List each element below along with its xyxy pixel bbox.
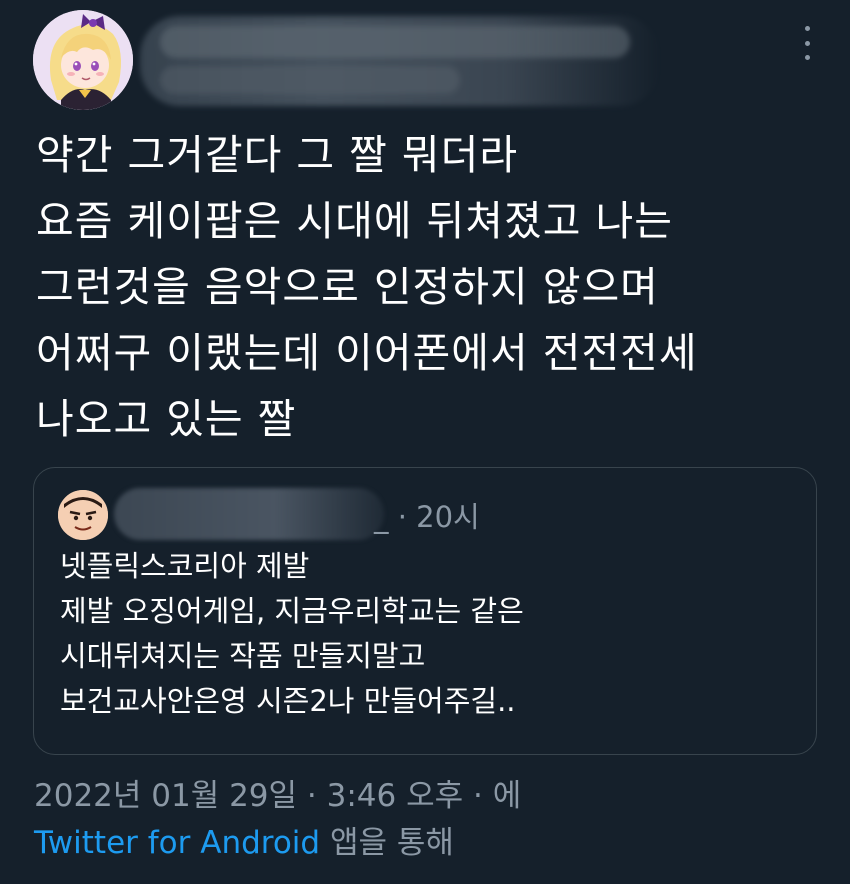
- tweet-text-line: 그런것을 음악으로 인정하지 않으며: [36, 263, 659, 311]
- quoted-name-suffix: _: [374, 500, 389, 534]
- source-app-link[interactable]: Twitter for Android: [34, 825, 320, 861]
- quoted-tweet-card[interactable]: _ · 20시 넷플릭스코리아 제발 제발 오징어게임, 지금우리학교는 같은 …: [33, 467, 817, 755]
- quoted-author-avatar: [58, 490, 108, 540]
- quoted-tweet-text: 넷플릭스코리아 제발 제발 오징어게임, 지금우리학교는 같은 시대뒤쳐지는 작…: [60, 544, 800, 724]
- source-suffix: 앱을 통해: [329, 825, 454, 861]
- more-options-button[interactable]: [795, 26, 819, 60]
- tweet-timestamp: 2022년 01월 29일 · 3:46 오후 · 에: [34, 770, 521, 815]
- quoted-author-name-redacted: [114, 488, 384, 540]
- quoted-text-line: 넷플릭스코리아 제발: [60, 549, 310, 583]
- tweet-text-line: 나오고 있는 짤: [36, 395, 297, 443]
- meta-separator: ·: [397, 500, 407, 534]
- tweet: 약간 그거같다 그 짤 뭐더라 요즘 케이팝은 시대에 뒤쳐졌고 나는 그런것을…: [0, 0, 850, 884]
- tweet-time[interactable]: 3:46 오후: [327, 778, 464, 814]
- quoted-text-line: 보건교사안은영 시즌2나 만들어주길..: [60, 684, 516, 718]
- quoted-tweet-time[interactable]: 20시: [416, 500, 480, 534]
- meta-separator: ·: [306, 778, 317, 814]
- more-vertical-icon: [804, 26, 810, 31]
- tweet-text: 약간 그거같다 그 짤 뭐더라 요즘 케이팝은 시대에 뒤쳐졌고 나는 그런것을…: [36, 122, 826, 452]
- tweet-source: Twitter for Android 앱을 통해: [34, 817, 454, 862]
- quoted-tweet-meta: _ · 20시: [374, 494, 480, 536]
- tweet-text-line: 약간 그거같다 그 짤 뭐더라: [36, 131, 519, 179]
- author-avatar[interactable]: [33, 10, 133, 110]
- meta-separator: ·: [473, 778, 483, 814]
- quoted-text-line: 제발 오징어게임, 지금우리학교는 같은: [60, 594, 524, 628]
- author-name-redacted: [140, 16, 660, 106]
- tweet-text-line: 어쩌구 이랬는데 이어폰에서 전전전세: [36, 329, 698, 377]
- via-prefix: 에: [492, 778, 522, 814]
- tweet-text-line: 요즘 케이팝은 시대에 뒤쳐졌고 나는: [36, 197, 673, 245]
- tweet-date[interactable]: 2022년 01월 29일: [34, 778, 297, 814]
- quoted-text-line: 시대뒤쳐지는 작품 만들지말고: [60, 639, 426, 673]
